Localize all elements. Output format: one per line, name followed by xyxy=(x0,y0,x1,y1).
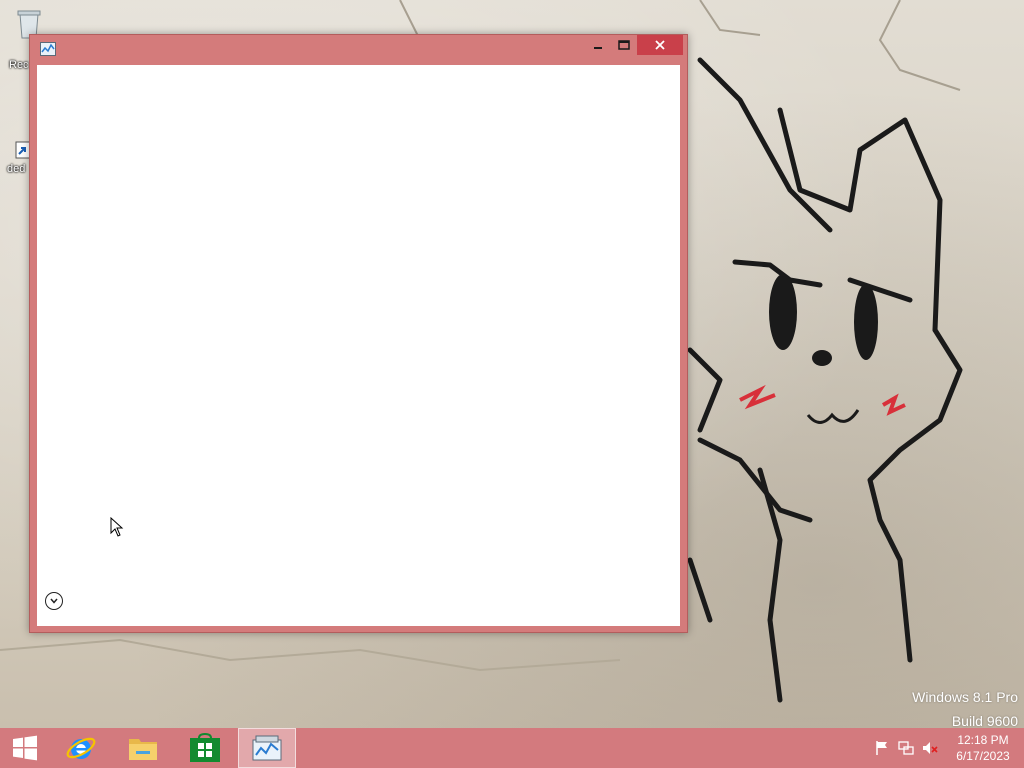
app-window xyxy=(29,34,688,633)
network-icon[interactable] xyxy=(898,740,914,756)
taskbar-active-app[interactable] xyxy=(238,728,296,768)
close-button[interactable] xyxy=(637,35,683,55)
taskbar-internet-explorer[interactable] xyxy=(52,728,110,768)
volume-muted-icon[interactable] xyxy=(922,740,938,756)
windows-watermark: Windows 8.1 Pro Build 9600 xyxy=(912,685,1018,733)
window-content-area[interactable] xyxy=(37,65,680,626)
mouse-cursor-icon xyxy=(110,517,124,537)
watermark-edition: Windows 8.1 Pro xyxy=(912,689,1018,705)
taskbar-clock[interactable]: 12:18 PM 6/17/2023 xyxy=(948,732,1018,764)
performance-chart-icon xyxy=(252,735,282,761)
ie-icon xyxy=(66,737,96,759)
minimize-button[interactable] xyxy=(585,35,611,55)
chevron-down-icon xyxy=(50,598,58,604)
store-icon xyxy=(190,733,220,762)
taskbar-store[interactable] xyxy=(176,728,234,768)
windows-logo-icon xyxy=(13,735,37,761)
action-center-flag-icon[interactable] xyxy=(874,740,890,756)
expand-details-button[interactable] xyxy=(45,592,63,610)
clock-time: 12:18 PM xyxy=(957,733,1009,747)
desktop-icon-label: Rec xyxy=(9,59,29,71)
start-button[interactable] xyxy=(0,728,50,768)
folder-icon xyxy=(129,739,157,760)
maximize-icon xyxy=(618,40,630,50)
close-icon xyxy=(655,40,665,50)
taskbar: 12:18 PM 6/17/2023 xyxy=(0,728,1024,768)
desktop-icon-label: ded xyxy=(7,163,26,175)
taskbar-file-explorer[interactable] xyxy=(114,728,172,768)
performance-chart-icon xyxy=(40,42,56,56)
minimize-icon xyxy=(594,47,602,49)
maximize-button[interactable] xyxy=(611,35,637,55)
clock-date: 6/17/2023 xyxy=(956,749,1010,763)
window-titlebar[interactable] xyxy=(30,35,687,65)
